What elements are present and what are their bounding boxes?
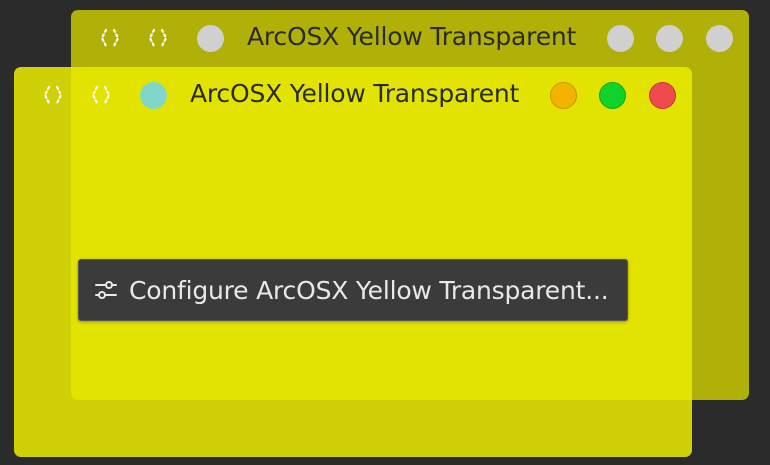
window-menu-dot[interactable] <box>197 25 224 52</box>
front-window-titlebar[interactable]: ArcOSX Yellow Transparent <box>14 67 692 125</box>
window-menu-dot[interactable] <box>140 82 167 109</box>
window-title: ArcOSX Yellow Transparent <box>190 79 520 108</box>
move-icon[interactable] <box>97 25 123 51</box>
sliders-icon <box>91 275 121 305</box>
close-button[interactable] <box>706 25 733 52</box>
configure-label: Configure ArcOSX Yellow Transparent... <box>129 275 609 305</box>
close-button[interactable] <box>649 82 676 109</box>
configure-decoration-button[interactable]: Configure ArcOSX Yellow Transparent... <box>78 259 628 321</box>
minimize-button[interactable] <box>607 25 634 52</box>
move-icon[interactable] <box>145 25 171 51</box>
maximize-button[interactable] <box>599 82 626 109</box>
minimize-button[interactable] <box>550 82 577 109</box>
window-title: ArcOSX Yellow Transparent <box>247 22 577 51</box>
move-icon[interactable] <box>40 82 66 108</box>
maximize-button[interactable] <box>656 25 683 52</box>
back-window-titlebar[interactable]: ArcOSX Yellow Transparent <box>71 10 749 68</box>
move-icon[interactable] <box>88 82 114 108</box>
